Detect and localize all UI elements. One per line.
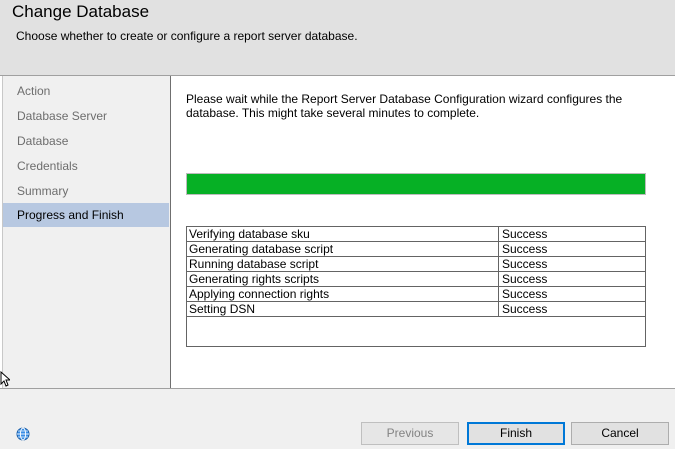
row-status: Success — [498, 302, 647, 317]
table-row: Generating database script Success — [187, 242, 645, 257]
row-status: Success — [498, 257, 647, 272]
row-action: Generating rights scripts — [189, 272, 320, 286]
nav-step-action[interactable]: Action — [3, 79, 169, 103]
table-row: Setting DSN Success — [187, 302, 645, 317]
change-database-dialog: Change Database Choose whether to create… — [0, 0, 675, 449]
row-action: Running database script — [189, 257, 319, 271]
help-globe-icon[interactable] — [16, 427, 30, 441]
mouse-cursor-icon — [0, 371, 10, 387]
wizard-steps-nav: Action Database Server Database Credenti… — [3, 76, 170, 388]
row-status: Success — [498, 242, 647, 257]
nav-step-credentials[interactable]: Credentials — [3, 154, 169, 178]
wizard-content-panel: Please wait while the Report Server Data… — [171, 76, 675, 388]
wizard-subtitle: Choose whether to create or configure a … — [16, 29, 358, 43]
table-row: Verifying database sku Success — [187, 227, 645, 242]
progress-bar-fill — [187, 174, 645, 194]
nav-step-database-server[interactable]: Database Server — [3, 104, 169, 128]
status-table: Verifying database sku Success Generatin… — [186, 226, 646, 347]
row-status: Success — [498, 287, 647, 302]
row-action: Applying connection rights — [189, 287, 330, 301]
nav-step-database[interactable]: Database — [3, 129, 169, 153]
progress-message: Please wait while the Report Server Data… — [186, 92, 623, 120]
previous-button[interactable]: Previous — [361, 422, 459, 445]
footer-divider — [0, 388, 675, 389]
table-row: Applying connection rights Success — [187, 287, 645, 302]
finish-button[interactable]: Finish — [467, 422, 565, 445]
cancel-button[interactable]: Cancel — [571, 422, 669, 445]
table-row: Running database script Success — [187, 257, 645, 272]
row-status: Success — [498, 227, 647, 242]
table-row: Generating rights scripts Success — [187, 272, 645, 287]
wizard-title: Change Database — [12, 2, 150, 21]
row-status: Success — [498, 272, 647, 287]
progress-bar — [186, 173, 646, 195]
row-action: Verifying database sku — [189, 227, 310, 241]
wizard-header: Change Database Choose whether to create… — [0, 0, 675, 75]
row-action: Setting DSN — [189, 302, 256, 316]
nav-step-summary[interactable]: Summary — [3, 179, 169, 203]
row-action: Generating database script — [189, 242, 334, 256]
nav-step-progress-and-finish[interactable]: Progress and Finish — [3, 203, 169, 227]
